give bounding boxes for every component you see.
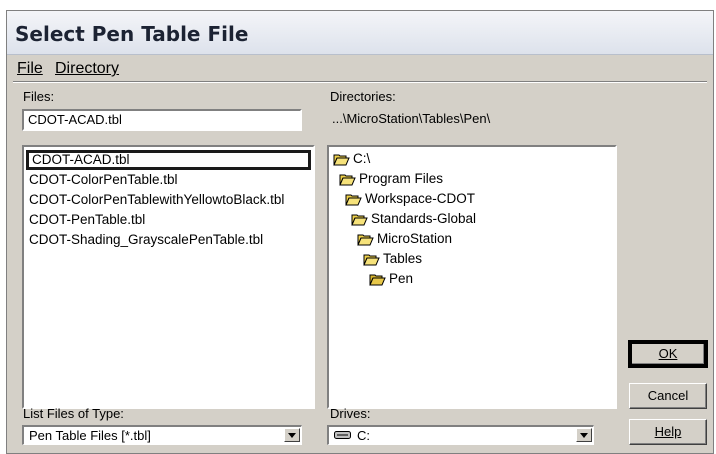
current-path: ...\MicroStation\Tables\Pen\ (332, 111, 491, 126)
file-type-dropdown[interactable]: Pen Table Files [*.tbl] (22, 425, 302, 445)
dir-item-label: Program Files (359, 171, 444, 186)
menu-bar: File Directory (7, 58, 713, 80)
title-bar[interactable]: Select Pen Table File (7, 11, 713, 55)
menu-separator (13, 81, 707, 83)
file-item[interactable]: CDOT-ColorPenTable.tbl (26, 170, 311, 190)
dir-item-label: Pen (389, 271, 414, 286)
ok-button[interactable]: OK (628, 340, 708, 368)
open-folder-icon (363, 254, 380, 266)
file-type-value: Pen Table Files [*.tbl] (29, 428, 151, 443)
dir-item[interactable]: MicroStation (357, 229, 452, 249)
drives-value: C: (357, 428, 370, 443)
drives-label: Drives: (330, 406, 371, 421)
file-item[interactable]: CDOT-PenTable.tbl (26, 210, 311, 230)
open-folder-icon (369, 274, 386, 286)
menu-directory[interactable]: Directory (55, 60, 119, 78)
directories-listbox[interactable]: C:\ Program Files Workspace-CDOT Standar… (327, 145, 617, 409)
files-listbox[interactable]: CDOT-ACAD.tbl CDOT-ColorPenTable.tbl CDO… (22, 145, 315, 409)
menu-directory-label: Directory (55, 60, 120, 77)
dir-item-label: Workspace-CDOT (365, 191, 476, 206)
dir-item-label: Tables (383, 251, 423, 266)
menu-file-label: File (17, 60, 43, 77)
dir-item[interactable]: Standards-Global (351, 209, 476, 229)
dir-item[interactable]: Program Files (339, 169, 443, 189)
chevron-down-icon[interactable] (576, 428, 592, 442)
file-item[interactable]: CDOT-ColorPenTablewithYellowtoBlack.tbl (26, 190, 311, 210)
dialog-title: Select Pen Table File (15, 22, 249, 46)
file-item-selected[interactable]: CDOT-ACAD.tbl (26, 150, 311, 170)
open-folder-icon (357, 234, 374, 246)
dir-item-label: MicroStation (377, 231, 453, 246)
help-button-label: Help (654, 424, 682, 439)
dir-item[interactable]: C:\ (333, 149, 370, 169)
open-folder-icon (345, 194, 362, 206)
cancel-button[interactable]: Cancel (629, 383, 707, 409)
ok-button-label: OK (658, 346, 678, 361)
drive-icon (334, 431, 351, 439)
filename-input[interactable]: CDOT-ACAD.tbl (22, 109, 302, 131)
open-folder-icon (333, 154, 350, 166)
dir-item-label: C:\ (353, 151, 371, 166)
files-label: Files: (23, 89, 55, 104)
dir-item-label: Standards-Global (371, 211, 477, 226)
dir-item[interactable]: Pen (369, 269, 413, 289)
open-folder-icon (351, 214, 368, 226)
dir-item[interactable]: Workspace-CDOT (345, 189, 475, 209)
help-button[interactable]: Help (629, 419, 707, 445)
open-folder-icon (339, 174, 356, 186)
select-pen-table-dialog: Select Pen Table File File Directory Fil… (6, 10, 714, 454)
drives-dropdown[interactable]: C: (327, 425, 594, 445)
dir-item[interactable]: Tables (363, 249, 422, 269)
filename-input-value: CDOT-ACAD.tbl (28, 112, 122, 127)
file-type-label: List Files of Type: (23, 406, 124, 421)
file-item[interactable]: CDOT-Shading_GrayscalePenTable.tbl (26, 230, 311, 250)
directories-label: Directories: (330, 89, 396, 104)
chevron-down-icon[interactable] (284, 428, 300, 442)
menu-file[interactable]: File (17, 60, 43, 78)
cancel-button-label: Cancel (647, 388, 689, 403)
